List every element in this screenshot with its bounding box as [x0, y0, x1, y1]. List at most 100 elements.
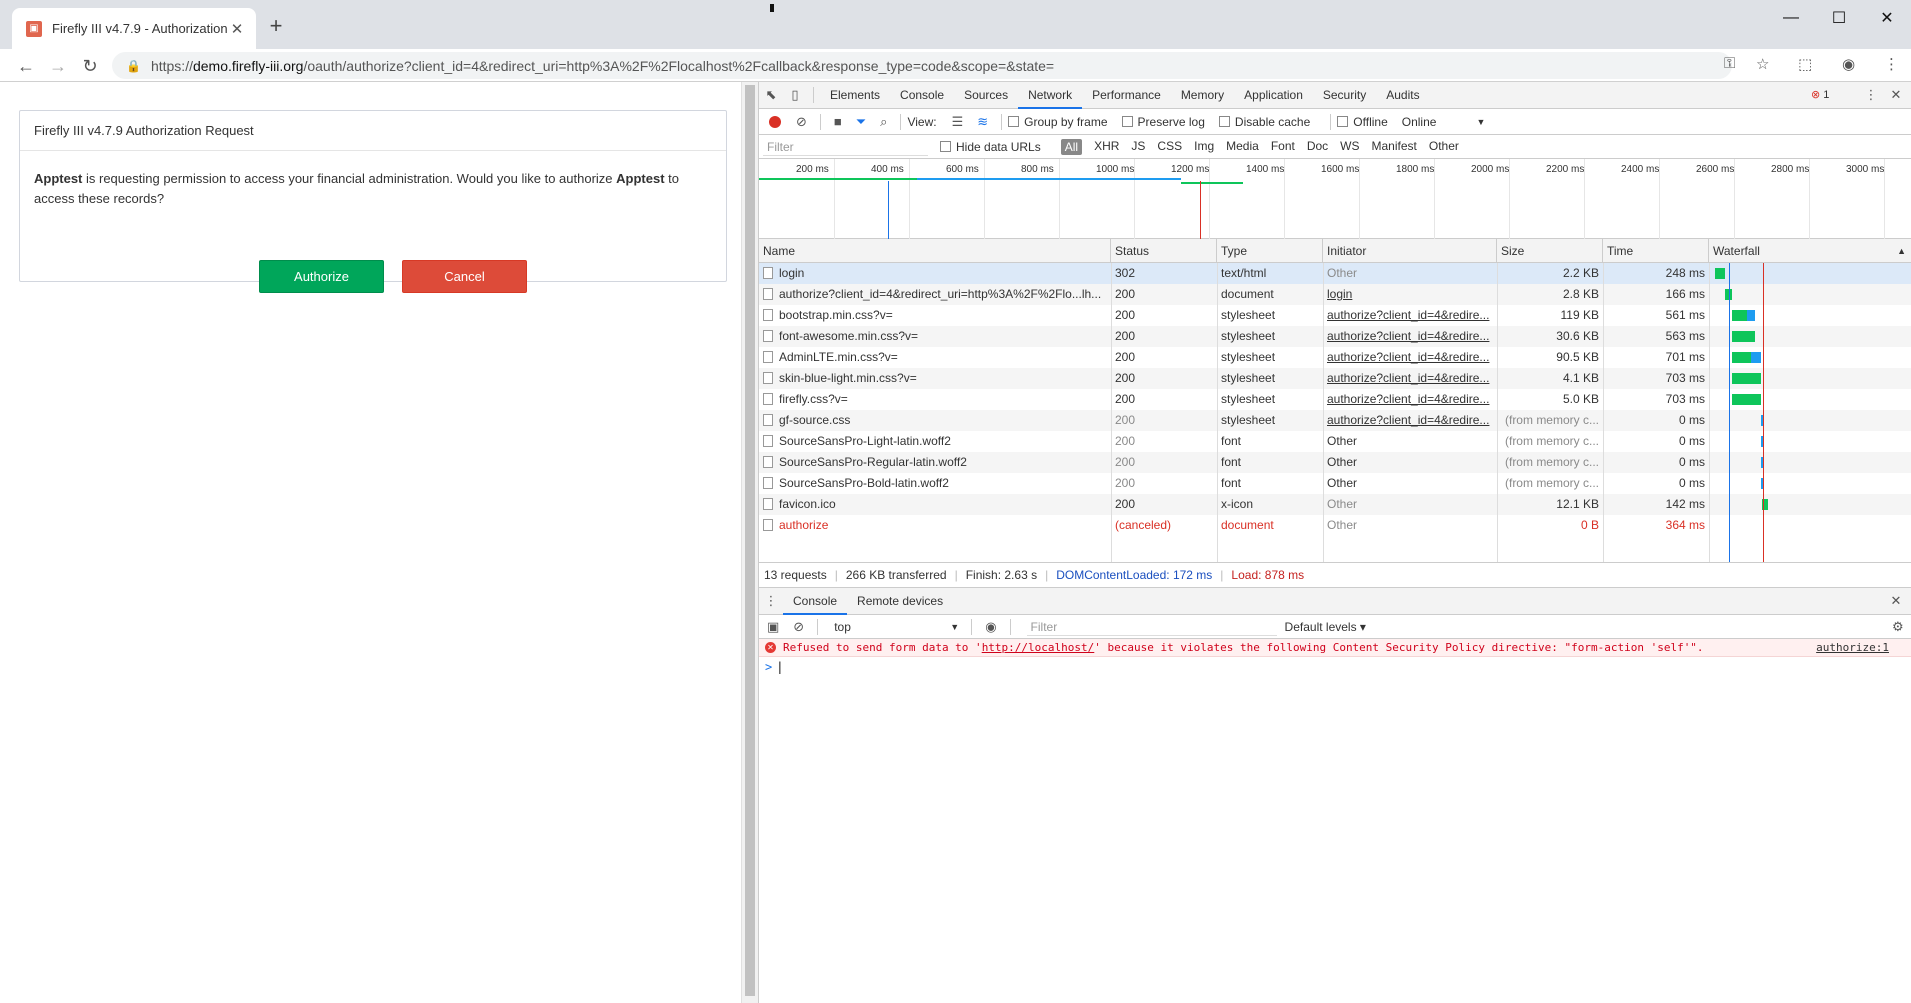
filter-type-manifest[interactable]: Manifest	[1372, 139, 1417, 155]
localhost-link[interactable]: http://localhost/	[982, 641, 1095, 654]
tab-application[interactable]: Application	[1234, 82, 1313, 109]
filter-type-css[interactable]: CSS	[1157, 139, 1182, 155]
more-options-icon[interactable]: ⋮	[1859, 82, 1883, 109]
throttling-select[interactable]: Online	[1402, 115, 1437, 129]
tab-console[interactable]: Console	[890, 82, 954, 109]
table-row[interactable]: login 302 text/html Other 2.2 KB 248 ms	[759, 263, 1911, 284]
tab-close-icon[interactable]: ✕	[228, 20, 246, 38]
column-header-status[interactable]: Status	[1111, 239, 1217, 263]
chevron-down-icon[interactable]: ▼	[1476, 117, 1485, 127]
search-icon[interactable]: ⌕	[880, 114, 887, 130]
filter-type-doc[interactable]: Doc	[1307, 139, 1328, 155]
column-header-initiator[interactable]: Initiator	[1323, 239, 1497, 263]
cell-initiator[interactable]: authorize?client_id=4&redire...	[1323, 305, 1497, 326]
filter-type-other[interactable]: Other	[1429, 139, 1459, 155]
table-row[interactable]: skin-blue-light.min.css?v= 200 stylesheet a…	[759, 368, 1911, 389]
device-toolbar-icon[interactable]: ▯	[783, 82, 807, 109]
preserve-log-checkbox[interactable]: Preserve log	[1121, 115, 1205, 129]
hide-data-urls-checkbox[interactable]: Hide data URLs	[940, 140, 1041, 154]
eye-icon[interactable]: ◉	[985, 619, 996, 635]
filter-input[interactable]: Filter	[763, 138, 928, 156]
cell-initiator[interactable]: authorize?client_id=4&redire...	[1323, 410, 1497, 431]
column-header-size[interactable]: Size	[1497, 239, 1603, 263]
console-filter-input[interactable]: Filter	[1026, 618, 1277, 636]
cell-initiator[interactable]: authorize?client_id=4&redire...	[1323, 368, 1497, 389]
extension-icon[interactable]: ⬚	[1798, 55, 1812, 73]
cell-initiator[interactable]: authorize?client_id=4&redire...	[1323, 347, 1497, 368]
clear-console-icon[interactable]: ⊘	[793, 619, 804, 635]
star-icon[interactable]: ☆	[1756, 55, 1769, 73]
drawer-close-icon[interactable]: ✕	[1884, 588, 1908, 615]
filter-type-ws[interactable]: WS	[1340, 139, 1359, 155]
column-header-waterfall[interactable]: Waterfall	[1709, 239, 1911, 263]
page-scrollbar[interactable]	[741, 82, 758, 1003]
filter-type-all[interactable]: All	[1060, 138, 1083, 155]
disable-cache-checkbox[interactable]: Disable cache	[1218, 115, 1310, 129]
key-icon[interactable]: ⚿	[1724, 55, 1735, 72]
new-tab-button[interactable]: +	[264, 13, 288, 39]
account-icon[interactable]: ◉	[1842, 55, 1855, 73]
console-prompt[interactable]: > |	[765, 660, 783, 674]
tab-console[interactable]: Console	[783, 588, 848, 615]
tab-sources[interactable]: Sources	[954, 82, 1018, 109]
filter-type-xhr[interactable]: XHR	[1094, 139, 1119, 155]
table-row[interactable]: SourceSansPro-Light-latin.woff2 200 font Ot…	[759, 431, 1911, 452]
cell-initiator[interactable]: login	[1323, 284, 1497, 305]
log-levels-select[interactable]: Default levels ▾	[1285, 620, 1366, 634]
forward-icon[interactable]: →	[44, 52, 72, 80]
tab-audits[interactable]: Audits	[1376, 82, 1429, 109]
list-view-icon[interactable]: ☰	[952, 114, 964, 130]
cancel-button[interactable]: Cancel	[402, 260, 527, 293]
table-row[interactable]: favicon.ico 200 x-icon Other 12.1 KB 142 ms	[759, 494, 1911, 515]
filter-type-js[interactable]: JS	[1131, 139, 1145, 155]
cell-initiator[interactable]: authorize?client_id=4&redire...	[1323, 389, 1497, 410]
table-row[interactable]: firefly.css?v= 200 stylesheet authorize?cli…	[759, 389, 1911, 410]
scrollbar-thumb[interactable]	[745, 85, 755, 996]
lock-icon[interactable]: 🔒	[126, 59, 141, 73]
reload-icon[interactable]: ↻	[76, 52, 104, 80]
context-select[interactable]: top ▼	[830, 618, 965, 636]
authorize-button[interactable]: Authorize	[259, 260, 384, 293]
table-row[interactable]: authorize (canceled) document Other 0 B 364 m…	[759, 515, 1911, 536]
column-header-name[interactable]: Name	[759, 239, 1111, 263]
menu-icon[interactable]: ⋮	[1884, 55, 1899, 73]
offline-checkbox[interactable]: Offline	[1337, 115, 1388, 129]
drawer-menu-icon[interactable]: ⋮	[759, 588, 783, 615]
error-source-link[interactable]: authorize:1	[1816, 639, 1889, 657]
sort-ascending-icon[interactable]: ▲	[1897, 239, 1906, 263]
address-bar[interactable]: 🔒 https://demo.firefly-iii.org/oauth/aut…	[112, 52, 1732, 79]
waterfall-view-icon[interactable]: ≋	[977, 114, 988, 130]
cell-initiator[interactable]: authorize?client_id=4&redire...	[1323, 326, 1497, 347]
window-close-icon[interactable]: ✕	[1864, 4, 1910, 32]
screenshot-icon[interactable]: ■	[834, 114, 842, 129]
console-settings-gear-icon[interactable]: ⚙	[1892, 619, 1904, 635]
tab-memory[interactable]: Memory	[1171, 82, 1234, 109]
column-header-time[interactable]: Time	[1603, 239, 1709, 263]
sidebar-toggle-icon[interactable]: ▣	[767, 619, 779, 635]
url-text[interactable]: https://demo.firefly-iii.org/oauth/autho…	[151, 58, 1054, 74]
tab-elements[interactable]: Elements	[820, 82, 890, 109]
tab-network[interactable]: Network	[1018, 82, 1083, 109]
table-row[interactable]: authorize?client_id=4&redirect_uri=http%…	[759, 284, 1911, 305]
minimize-icon[interactable]: —	[1768, 4, 1814, 32]
column-header-type[interactable]: Type	[1217, 239, 1323, 263]
devtools-close-icon[interactable]: ✕	[1884, 82, 1908, 109]
filter-type-font[interactable]: Font	[1271, 139, 1295, 155]
table-row[interactable]: bootstrap.min.css?v= 200 stylesheet authori…	[759, 305, 1911, 326]
group-by-frame-checkbox[interactable]: Group by frame	[1008, 115, 1108, 129]
table-row[interactable]: SourceSansPro-Regular-latin.woff2 200 font…	[759, 452, 1911, 473]
maximize-icon[interactable]: ☐	[1816, 4, 1862, 32]
inspect-element-icon[interactable]: ⬉	[759, 82, 783, 109]
table-row[interactable]: font-awesome.min.css?v= 200 stylesheet auth…	[759, 326, 1911, 347]
tab-performance[interactable]: Performance	[1082, 82, 1171, 109]
back-icon[interactable]: ←	[12, 52, 40, 80]
filter-type-img[interactable]: Img	[1194, 139, 1214, 155]
filter-icon[interactable]: ⏷	[856, 114, 866, 130]
table-row[interactable]: gf-source.css 200 stylesheet authorize?clie…	[759, 410, 1911, 431]
browser-tab[interactable]: ▣ Firefly III v4.7.9 - Authorization ✕	[12, 8, 256, 49]
table-row[interactable]: AdminLTE.min.css?v= 200 stylesheet authoriz…	[759, 347, 1911, 368]
clear-icon[interactable]: ⊘	[796, 114, 807, 130]
filter-type-media[interactable]: Media	[1226, 139, 1259, 155]
table-row[interactable]: SourceSansPro-Bold-latin.woff2 200 font Oth…	[759, 473, 1911, 494]
tab-security[interactable]: Security	[1313, 82, 1376, 109]
